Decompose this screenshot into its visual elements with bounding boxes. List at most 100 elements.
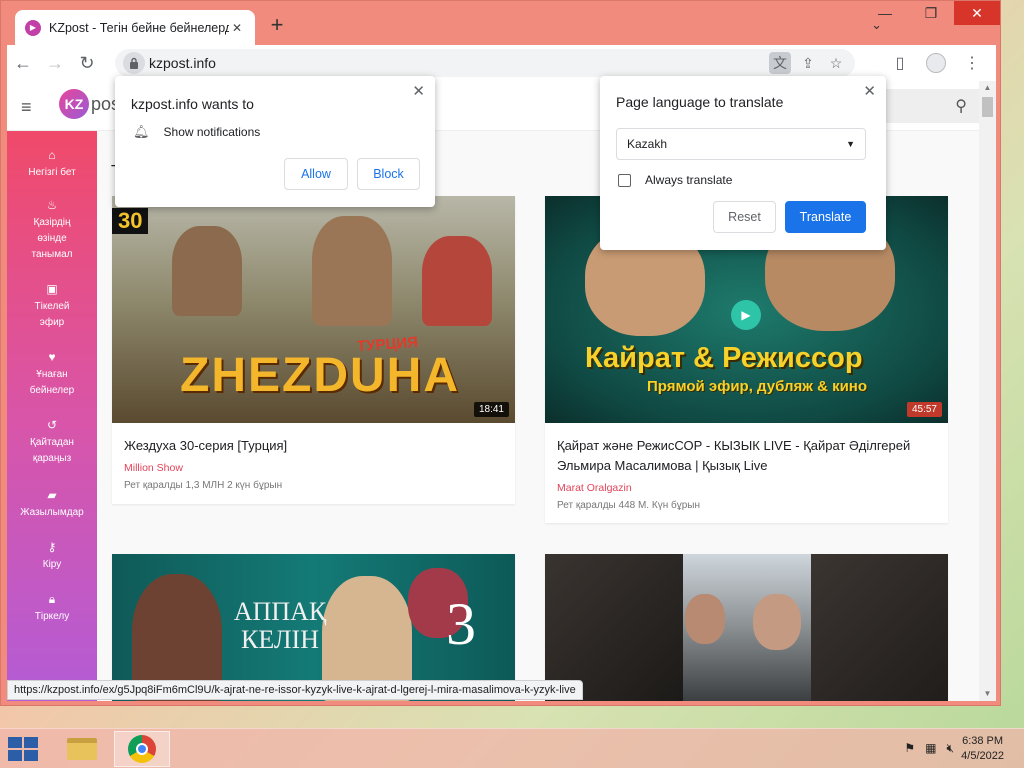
- tab-title: KZpost - Тегін бейне бейнелерд: [49, 20, 229, 35]
- sidebar-item-history[interactable]: ↺ Қайтадан қараңыз: [7, 417, 97, 467]
- tab-close-icon[interactable]: ✕: [229, 21, 245, 35]
- video-title[interactable]: Жездуха 30-серия [Турция]: [124, 436, 504, 456]
- clock-date: 4/5/2022: [961, 750, 1004, 762]
- hamburger-menu-icon[interactable]: ≡: [21, 97, 32, 118]
- scroll-up-arrow-icon[interactable]: ▲: [979, 81, 996, 95]
- thumb-subtitle: Прямой эфир, дубляж & кино: [646, 378, 868, 395]
- start-button[interactable]: [8, 737, 38, 761]
- minimize-button[interactable]: —: [862, 1, 908, 25]
- translate-button[interactable]: Translate: [785, 201, 866, 233]
- video-panel: [811, 554, 948, 701]
- restore-button[interactable]: ❐: [908, 1, 954, 25]
- video-thumbnail[interactable]: 30 ТУРЦИЯ ZHEZDUHA 18:41: [112, 196, 515, 423]
- person-figure: [753, 594, 801, 650]
- close-window-button[interactable]: ✕: [954, 1, 1000, 25]
- scroll-down-arrow-icon[interactable]: ▼: [979, 687, 996, 701]
- selected-language: Kazakh: [627, 137, 668, 151]
- reset-button[interactable]: Reset: [713, 201, 776, 233]
- always-translate-label: Always translate: [645, 173, 733, 187]
- person-figure: [172, 226, 242, 316]
- video-thumbnail[interactable]: АППАҚ КЕЛІН 3: [112, 554, 515, 701]
- thumb-title-text: ZHEZDUHA: [180, 349, 460, 402]
- side-panel-icon[interactable]: ▯: [886, 49, 914, 77]
- video-card[interactable]: АППАҚ КЕЛІН 3: [112, 554, 515, 701]
- volume-muted-icon[interactable]: 🔇︎: [946, 741, 954, 756]
- heart-icon: ♥: [48, 350, 56, 364]
- sidebar-item-live[interactable]: ▣ Тікелей эфир: [7, 281, 97, 331]
- video-thumbnail[interactable]: [545, 554, 948, 701]
- share-icon[interactable]: ⇪: [797, 52, 819, 74]
- person-figure: [422, 236, 492, 326]
- video-meta: Рет қаралды 1,3 МЛН 2 күн бұрын: [124, 480, 283, 491]
- clock-time: 6:38 PM: [962, 735, 1004, 747]
- sidebar-item-subscriptions[interactable]: ▰ Жазылымдар: [7, 487, 97, 521]
- close-icon[interactable]: ✕: [412, 82, 425, 100]
- file-explorer-button[interactable]: [54, 731, 110, 767]
- language-select[interactable]: Kazakh ▼: [616, 128, 866, 160]
- back-button[interactable]: ←: [7, 47, 39, 79]
- taskbar: ⚑ ▦ 🔇︎ 6:38 PM 4/5/2022: [0, 728, 1024, 768]
- page-scrollbar[interactable]: ▲ ▼: [979, 81, 996, 701]
- video-title[interactable]: Қайрат және РежисСОР - КЫЗЫК LIVE - Қайр…: [557, 436, 937, 476]
- close-icon[interactable]: ✕: [863, 82, 876, 100]
- sidebar-item-label: Қазірдің өзінде танымал: [31, 217, 73, 260]
- url-text[interactable]: kzpost.info: [149, 55, 216, 71]
- scroll-thumb[interactable]: [982, 97, 993, 117]
- play-icon[interactable]: ▶: [731, 300, 761, 330]
- sidebar-item-label: Қайтадан қараңыз: [30, 437, 74, 464]
- profile-icon[interactable]: [922, 49, 950, 77]
- history-icon: ↺: [46, 418, 58, 432]
- key-icon: ⚷: [47, 540, 57, 554]
- translate-popup: Page language to translate ✕ Kazakh ▼ Al…: [600, 76, 886, 250]
- site-search-button[interactable]: ⚲: [883, 89, 979, 123]
- always-translate-checkbox[interactable]: [618, 173, 631, 187]
- lock-icon[interactable]: [123, 52, 145, 74]
- flame-icon: ♨: [46, 198, 58, 212]
- sidebar-item-login[interactable]: ⚷ Кіру: [7, 539, 97, 573]
- browser-tab[interactable]: ▶ KZpost - Тегін бейне бейнелерд ✕: [15, 10, 255, 45]
- duration-badge: 18:41: [473, 402, 509, 417]
- dropdown-arrow-icon: ▼: [846, 139, 855, 149]
- sidebar-item-home[interactable]: ⌂ Негізгі бет: [7, 147, 97, 181]
- thumb-title-text: Кайрат & Режиссор: [585, 342, 863, 374]
- address-bar[interactable]: kzpost.info 文 ⇪ ☆: [115, 49, 855, 77]
- always-translate-row[interactable]: Always translate: [618, 173, 732, 187]
- chrome-icon: [128, 735, 156, 763]
- sidebar-item-label: Ұнаған бейнелер: [29, 369, 75, 396]
- clock[interactable]: 6:38 PM 4/5/2022: [961, 734, 1004, 764]
- thumb-title-text: АППАҚ КЕЛІН: [233, 597, 327, 654]
- chrome-taskbar-button[interactable]: [114, 731, 170, 767]
- video-card[interactable]: 30 ТУРЦИЯ ZHEZDUHA 18:41 Жездуха 30-сери…: [112, 196, 515, 504]
- translate-icon[interactable]: 文: [769, 52, 791, 74]
- channel-name[interactable]: Million Show: [124, 462, 183, 474]
- bookmark-star-icon[interactable]: ☆: [825, 52, 847, 74]
- person-figure: [312, 216, 392, 326]
- episode-number: 3: [446, 591, 476, 657]
- sidebar-item-liked[interactable]: ♥ Ұнаған бейнелер: [7, 349, 97, 399]
- link-status-bar: https://kzpost.info/ex/g5Jpq8iFm6mCl9U/k…: [7, 680, 583, 700]
- bell-icon: 🔔︎: [133, 124, 150, 139]
- allow-button[interactable]: Allow: [284, 158, 348, 190]
- video-panel: [545, 554, 683, 701]
- flag-icon[interactable]: ⚑: [904, 741, 915, 756]
- duration-badge: 45:57: [906, 402, 942, 417]
- video-meta: Рет қаралды 448 М. Күн бұрын: [557, 500, 700, 511]
- title-bar: ▶ KZpost - Тегін бейне бейнелерд ✕ + ⌄ —…: [1, 1, 1000, 45]
- reload-button[interactable]: ↻: [71, 47, 103, 79]
- sidebar-item-label: Тіркелу: [34, 611, 70, 622]
- lock-icon: 🔒︎: [48, 592, 56, 606]
- video-card[interactable]: [545, 554, 948, 701]
- menu-kebab-icon[interactable]: ⋮: [958, 49, 986, 77]
- block-button[interactable]: Block: [357, 158, 420, 190]
- live-icon: ▣: [46, 282, 58, 296]
- network-icon[interactable]: ▦: [925, 741, 936, 756]
- browser-window: ▶ KZpost - Тегін бейне бейнелерд ✕ + ⌄ —…: [0, 0, 1001, 706]
- new-tab-button[interactable]: +: [265, 14, 289, 38]
- window-controls: — ❐ ✕: [862, 1, 1000, 25]
- forward-button[interactable]: →: [39, 47, 71, 79]
- channel-name[interactable]: Marat Oralgazin: [557, 482, 632, 494]
- sidebar-item-register[interactable]: 🔒︎ Тіркелу: [7, 591, 97, 625]
- sidebar: ⌂ Негізгі бет ♨ Қазірдің өзінде танымал …: [7, 131, 97, 701]
- sidebar-item-label: Негізгі бет: [28, 167, 76, 178]
- sidebar-item-trending[interactable]: ♨ Қазірдің өзінде танымал: [7, 197, 97, 263]
